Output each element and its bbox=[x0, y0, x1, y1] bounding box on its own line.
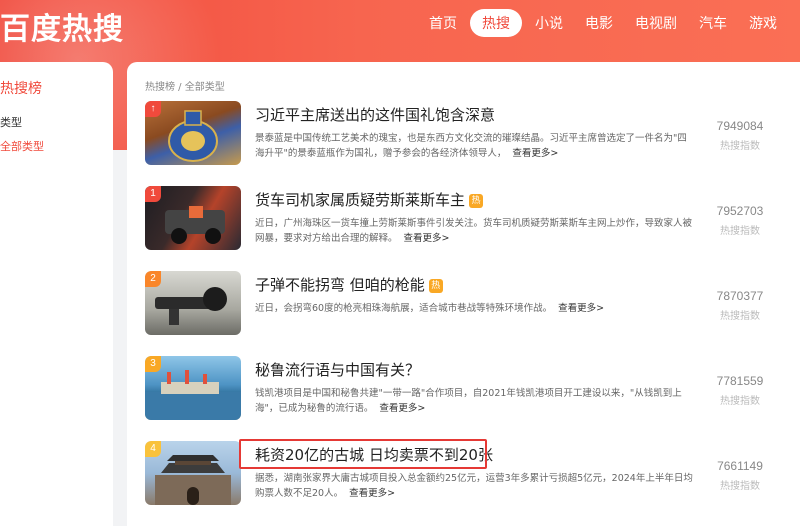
top-nav: 首页 热搜 小说 电影 电视剧 汽车 游戏 bbox=[420, 9, 790, 37]
nav-game[interactable]: 游戏 bbox=[740, 9, 786, 37]
more-link[interactable]: 查看更多> bbox=[558, 303, 604, 314]
rank-badge: 1 bbox=[145, 186, 161, 202]
sidebar: 热搜榜 类型 全部类型 bbox=[0, 62, 113, 526]
item-thumbnail[interactable]: 1 bbox=[145, 186, 241, 250]
pinned-icon: ↑ bbox=[145, 101, 161, 117]
list-item[interactable]: ↑ 习近平主席送出的这件国礼饱含深意 景泰蓝是中国传统工艺美术的瑰宝，也是东西方… bbox=[145, 101, 785, 167]
hot-score: 7949084 bbox=[716, 119, 764, 133]
breadcrumb[interactable]: 热搜榜 / 全部类型 bbox=[145, 78, 225, 93]
item-description: 钱凯港项目是中国和秘鲁共建"一带一路"合作项目，自2021年钱凯港项目开工建设以… bbox=[255, 386, 695, 416]
item-title-text[interactable]: 货车司机家属质疑劳斯莱斯车主 bbox=[255, 191, 465, 209]
more-link[interactable]: 查看更多> bbox=[404, 233, 450, 244]
hot-score: 7781559 bbox=[716, 374, 764, 388]
rank-badge: 2 bbox=[145, 271, 161, 287]
list-item[interactable]: 2 子弹不能拐弯 但咱的枪能热 近日，会拐弯60度的枪亮相珠海航展，适合城市巷战… bbox=[145, 271, 785, 337]
item-description: 据悉，湖南张家界大庸古城项目投入总金额约25亿元，运营3年多累计亏损超5亿元，2… bbox=[255, 471, 695, 501]
item-thumbnail[interactable]: 4 bbox=[145, 441, 241, 505]
rank-badge: 4 bbox=[145, 441, 161, 457]
item-title[interactable]: 秘鲁流行语与中国有关？ bbox=[255, 359, 420, 380]
hot-score-label: 热搜指数 bbox=[720, 311, 760, 322]
hot-icon: 热 bbox=[469, 194, 484, 208]
item-title[interactable]: 习近平主席送出的这件国礼饱含深意 bbox=[255, 104, 495, 125]
highlight-annotation bbox=[239, 439, 487, 469]
nav-car[interactable]: 汽车 bbox=[690, 9, 736, 37]
sidebar-title: 热搜榜 bbox=[0, 81, 42, 97]
item-title[interactable]: 货车司机家属质疑劳斯莱斯车主热 bbox=[255, 189, 484, 210]
item-thumbnail[interactable]: 3 bbox=[145, 356, 241, 420]
item-desc-text: 近日，会拐弯60度的枪亮相珠海航展，适合城市巷战等特殊环境作战。 bbox=[255, 303, 553, 314]
item-thumbnail[interactable]: 2 bbox=[145, 271, 241, 335]
more-link[interactable]: 查看更多> bbox=[512, 148, 558, 159]
rank-badge: 3 bbox=[145, 356, 161, 372]
item-desc-text: 景泰蓝是中国传统工艺美术的瑰宝，也是东西方文化交流的璀璨结晶。习近平主席曾选定了… bbox=[255, 133, 687, 159]
item-desc-text: 近日，广州海珠区一货车撞上劳斯莱斯事件引发关注。货车司机质疑劳斯莱斯车主网上炒作… bbox=[255, 218, 693, 244]
nav-home[interactable]: 首页 bbox=[420, 9, 466, 37]
item-desc-text: 钱凯港项目是中国和秘鲁共建"一带一路"合作项目，自2021年钱凯港项目开工建设以… bbox=[255, 388, 682, 414]
list-item[interactable]: 3 秘鲁流行语与中国有关？ 钱凯港项目是中国和秘鲁共建"一带一路"合作项目，自2… bbox=[145, 356, 785, 422]
hot-score-label: 热搜指数 bbox=[720, 141, 760, 152]
hot-score: 7661149 bbox=[717, 459, 763, 473]
item-description: 景泰蓝是中国传统工艺美术的瑰宝，也是东西方文化交流的璀璨结晶。习近平主席曾选定了… bbox=[255, 131, 695, 161]
nav-movie[interactable]: 电影 bbox=[576, 9, 622, 37]
nav-novel[interactable]: 小说 bbox=[526, 9, 572, 37]
nav-tv[interactable]: 电视剧 bbox=[626, 9, 686, 37]
hot-score-label: 热搜指数 bbox=[720, 396, 760, 407]
hot-score-label: 热搜指数 bbox=[720, 481, 760, 492]
item-desc-text: 据悉，湖南张家界大庸古城项目投入总金额约25亿元，运营3年多累计亏损超5亿元，2… bbox=[255, 473, 693, 499]
nav-hot-search[interactable]: 热搜 bbox=[470, 9, 522, 37]
item-description: 近日，会拐弯60度的枪亮相珠海航展，适合城市巷战等特殊环境作战。 查看更多> bbox=[255, 301, 695, 316]
item-title[interactable]: 子弹不能拐弯 但咱的枪能热 bbox=[255, 274, 443, 295]
brand-logo[interactable]: 百度热搜 bbox=[0, 4, 124, 48]
sidebar-item-all-types[interactable]: 全部类型 bbox=[0, 138, 44, 154]
item-thumbnail[interactable]: ↑ bbox=[145, 101, 241, 165]
list-item[interactable]: 1 货车司机家属质疑劳斯莱斯车主热 近日，广州海珠区一货车撞上劳斯莱斯事件引发关… bbox=[145, 186, 785, 252]
sidebar-type-label: 类型 bbox=[0, 116, 22, 129]
more-link[interactable]: 查看更多> bbox=[379, 403, 425, 414]
hot-score: 7870377 bbox=[716, 289, 764, 303]
item-title-text[interactable]: 子弹不能拐弯 但咱的枪能 bbox=[255, 276, 425, 294]
item-description: 近日，广州海珠区一货车撞上劳斯莱斯事件引发关注。货车司机质疑劳斯莱斯车主网上炒作… bbox=[255, 216, 695, 246]
hot-score: 7952703 bbox=[716, 204, 764, 218]
hot-score-label: 热搜指数 bbox=[720, 226, 760, 237]
hot-icon: 热 bbox=[428, 279, 443, 293]
more-link[interactable]: 查看更多> bbox=[349, 488, 395, 499]
